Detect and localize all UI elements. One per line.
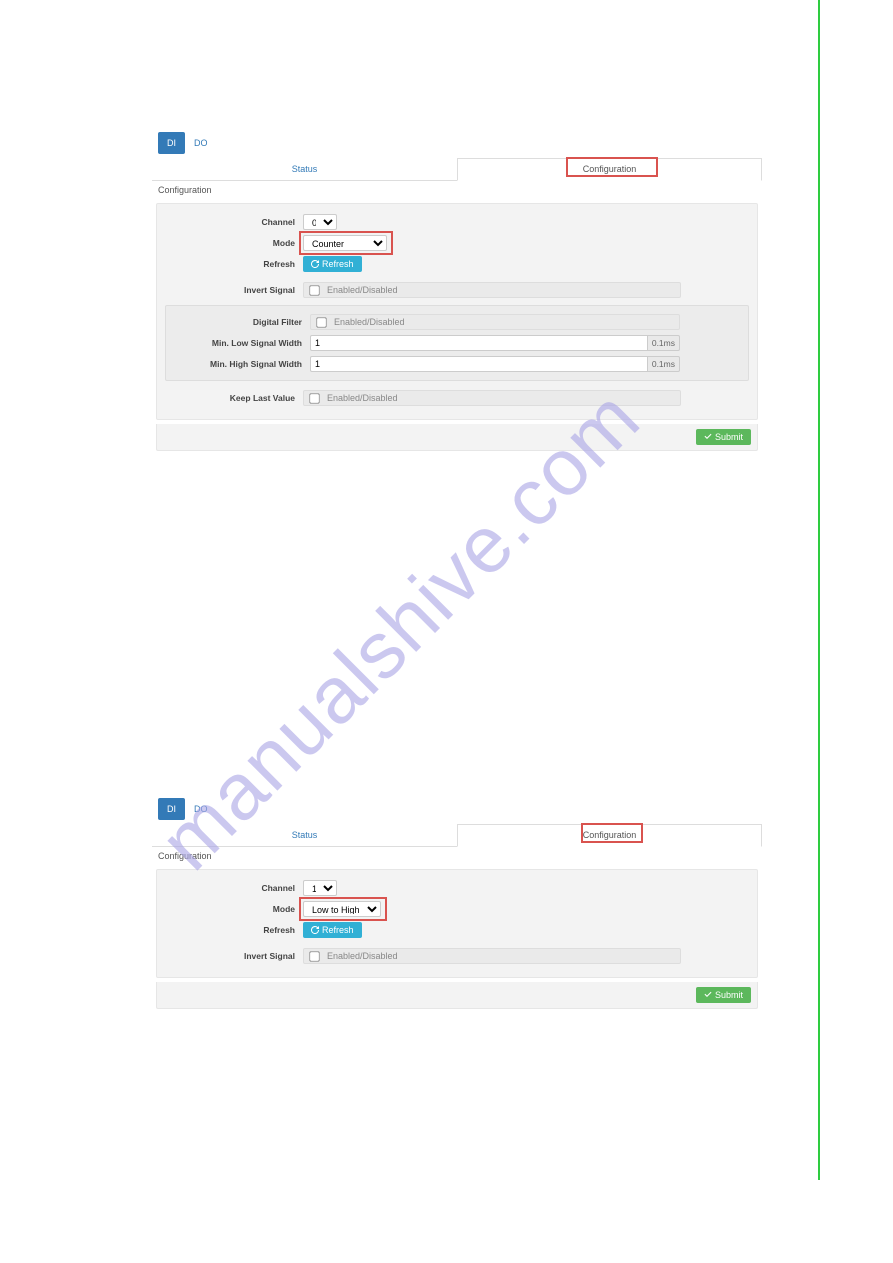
tab-configuration-label: Configuration — [583, 830, 637, 840]
min-high-label: Min. High Signal Width — [172, 359, 310, 369]
submit-button[interactable]: Submit — [696, 987, 751, 1003]
invert-signal-field: Enabled/Disabled — [303, 948, 681, 964]
check-icon — [704, 991, 712, 999]
tab-do-label: DO — [194, 804, 208, 814]
mode-select[interactable]: Counter — [303, 235, 387, 251]
tab-do-label: DO — [194, 138, 208, 148]
tab-status[interactable]: Status — [152, 158, 457, 180]
tab-do[interactable]: DO — [185, 132, 217, 154]
channel-section: Channel 1 Mode Low to High Latch Refresh — [156, 869, 758, 978]
invert-signal-checkbox[interactable] — [309, 285, 319, 295]
digital-filter-placeholder: Enabled/Disabled — [334, 317, 405, 327]
digital-filter-label: Digital Filter — [172, 317, 310, 327]
refresh-icon — [311, 926, 319, 934]
refresh-icon — [311, 260, 319, 268]
configuration-header: Configuration — [152, 181, 762, 199]
page-border — [818, 0, 820, 1180]
keep-last-placeholder: Enabled/Disabled — [327, 393, 398, 403]
tab-do[interactable]: DO — [185, 798, 217, 820]
tab-di[interactable]: DI — [158, 798, 185, 820]
invert-signal-label: Invert Signal — [165, 285, 303, 295]
keep-last-field: Enabled/Disabled — [303, 390, 681, 406]
min-low-label: Min. Low Signal Width — [172, 338, 310, 348]
tab-configuration[interactable]: Configuration — [457, 158, 762, 181]
keep-last-checkbox[interactable] — [309, 393, 319, 403]
digital-filter-box: Digital Filter Enabled/Disabled Min. Low… — [165, 305, 749, 381]
channel-select[interactable]: 1 — [303, 880, 337, 896]
refresh-label: Refresh — [165, 259, 303, 269]
tab-status-label: Status — [292, 164, 318, 174]
tab-di[interactable]: DI — [158, 132, 185, 154]
tab-configuration[interactable]: Configuration — [457, 824, 762, 847]
tab-status-label: Status — [292, 830, 318, 840]
io-tabs: DI DO — [158, 798, 762, 820]
config-panel-2: DI DO Status Configuration Configuration… — [152, 798, 762, 1013]
invert-signal-checkbox[interactable] — [309, 951, 319, 961]
refresh-button[interactable]: Refresh — [303, 256, 362, 272]
refresh-label: Refresh — [165, 925, 303, 935]
invert-signal-placeholder: Enabled/Disabled — [327, 285, 398, 295]
io-tabs: DI DO — [158, 132, 762, 154]
min-low-suffix: 0.1ms — [648, 335, 680, 351]
min-low-input[interactable] — [310, 335, 648, 351]
invert-signal-placeholder: Enabled/Disabled — [327, 951, 398, 961]
channel-section: Channel 0 Mode Counter Refresh Refresh — [156, 203, 758, 420]
mode-select[interactable]: Low to High Latch — [303, 901, 381, 917]
status-config-tabs: Status Configuration — [152, 824, 762, 847]
min-high-input[interactable] — [310, 356, 648, 372]
digital-filter-field: Enabled/Disabled — [310, 314, 680, 330]
channel-label: Channel — [165, 217, 303, 227]
check-icon — [704, 433, 712, 441]
refresh-button-label: Refresh — [322, 925, 354, 935]
submit-button[interactable]: Submit — [696, 429, 751, 445]
invert-signal-label: Invert Signal — [165, 951, 303, 961]
mode-label: Mode — [165, 904, 303, 914]
submit-button-label: Submit — [715, 990, 743, 1000]
submit-button-label: Submit — [715, 432, 743, 442]
footer-bar: Submit — [156, 424, 758, 451]
keep-last-label: Keep Last Value — [165, 393, 303, 403]
tab-di-label: DI — [167, 138, 176, 148]
refresh-button[interactable]: Refresh — [303, 922, 362, 938]
tab-status[interactable]: Status — [152, 824, 457, 846]
config-panel-1: DI DO Status Configuration Configuration… — [152, 132, 762, 455]
channel-select[interactable]: 0 — [303, 214, 337, 230]
min-high-suffix: 0.1ms — [648, 356, 680, 372]
digital-filter-checkbox[interactable] — [316, 317, 326, 327]
footer-bar: Submit — [156, 982, 758, 1009]
mode-label: Mode — [165, 238, 303, 248]
invert-signal-field: Enabled/Disabled — [303, 282, 681, 298]
channel-label: Channel — [165, 883, 303, 893]
tab-configuration-label: Configuration — [583, 164, 637, 174]
configuration-header: Configuration — [152, 847, 762, 865]
tab-di-label: DI — [167, 804, 176, 814]
refresh-button-label: Refresh — [322, 259, 354, 269]
status-config-tabs: Status Configuration — [152, 158, 762, 181]
